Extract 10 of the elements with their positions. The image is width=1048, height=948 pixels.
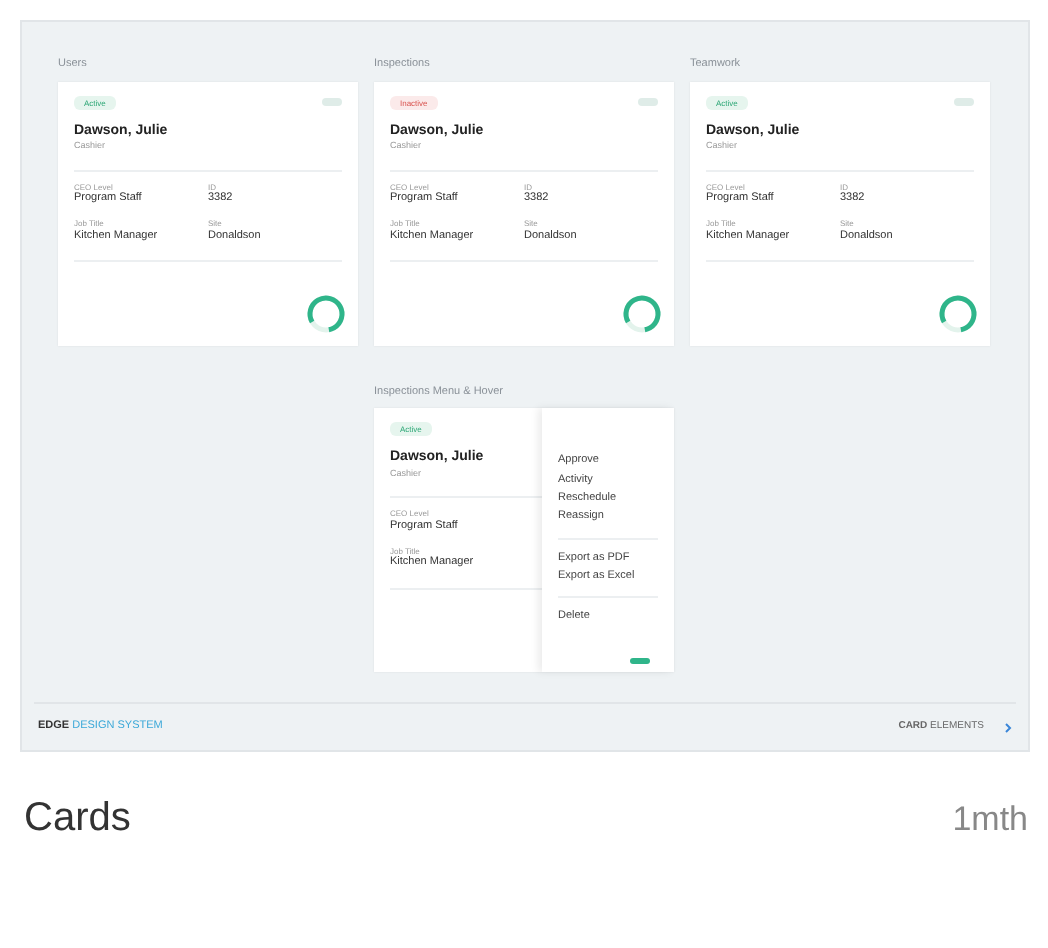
tag-chip (630, 658, 650, 665)
progress-ring-icon (306, 293, 346, 334)
tag-chip (638, 98, 658, 107)
chevron-right-icon[interactable] (1004, 721, 1012, 733)
tag-chip (954, 98, 974, 107)
progress-ring-icon (938, 293, 978, 334)
tag-chip (322, 98, 342, 107)
age-label: 1mth (952, 798, 1028, 842)
progress-ring-icon (622, 293, 662, 334)
caption-title: Cards (24, 794, 131, 844)
